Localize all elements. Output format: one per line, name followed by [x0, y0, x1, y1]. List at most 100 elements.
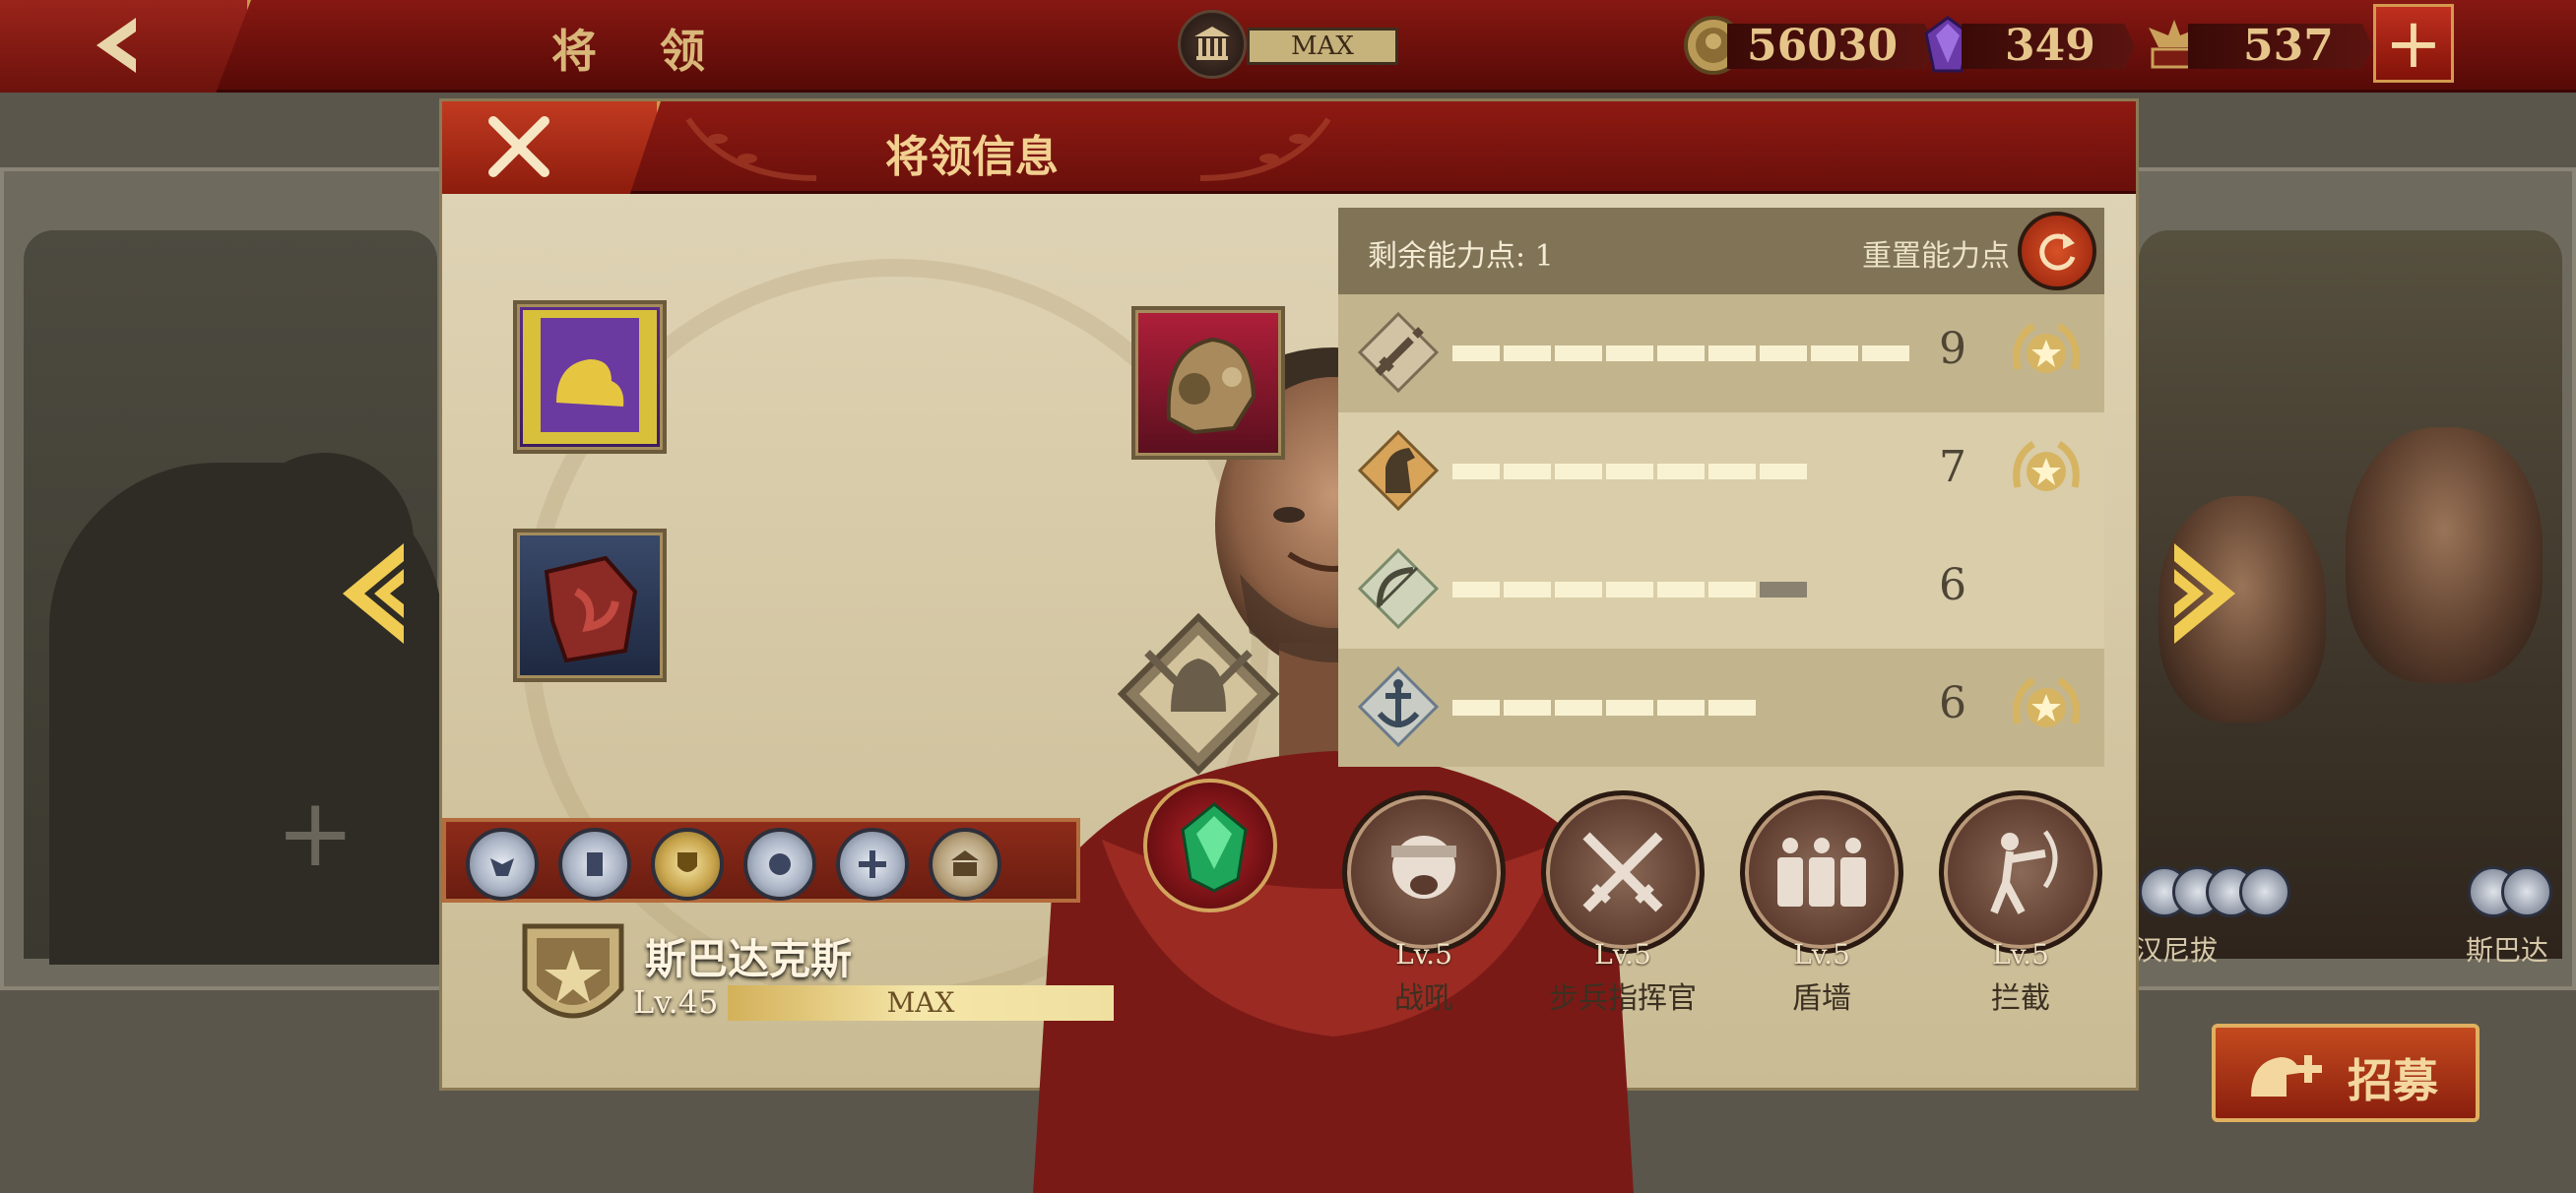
top-bar: 将 领 MAX 56030 349 537 + [0, 0, 2576, 93]
back-arrow-icon [97, 18, 136, 73]
castle-level-bar: MAX [1247, 28, 1398, 65]
stat-pip [1452, 345, 1500, 361]
skill-level: Lv.5 [1594, 938, 1651, 971]
cross-medal-icon [859, 850, 886, 878]
stat-value: 6 [1939, 560, 1966, 610]
stat-value: 6 [1939, 678, 1966, 728]
close-button[interactable] [442, 101, 661, 194]
dialog-header: 将领信息 [442, 101, 2136, 194]
reset-points-label: 重置能力点 [1862, 239, 2010, 274]
castle-level-icon[interactable] [1178, 10, 1247, 79]
xp-label: MAX [886, 986, 955, 1019]
laurel-medal-icon [2013, 323, 2080, 373]
gem-slot[interactable] [1143, 779, 1277, 912]
medal-3[interactable] [651, 828, 724, 901]
talent-icon[interactable] [1118, 613, 1279, 775]
gem-value: 349 [1962, 24, 2135, 69]
stat-row-cavalry[interactable]: 7 [1338, 412, 2104, 531]
stat-row-navy[interactable]: 6 [1338, 649, 2104, 767]
spqr-value: 537 [2188, 24, 2373, 69]
right-hero-name-2: 斯巴达 [2466, 934, 2549, 967]
stat-pip [1657, 582, 1705, 597]
stat-pip [1760, 464, 1807, 479]
skill-name: 拦截 [1991, 981, 2050, 1016]
stat-pip [1606, 345, 1653, 361]
coin-value: 56030 [1727, 24, 1938, 69]
close-icon [488, 116, 549, 177]
add-hero-plus-icon[interactable]: + [276, 778, 354, 888]
medal-strip [442, 818, 1080, 903]
reset-points-button[interactable] [2018, 212, 2096, 290]
spartacus-banner-icon [523, 310, 657, 444]
right-hero-badges [2139, 866, 2290, 921]
stat-pip [1555, 700, 1602, 716]
add-resource-button[interactable]: + [2373, 4, 2454, 83]
page-title: 将 领 [551, 25, 730, 78]
dialog-title: 将领信息 [885, 132, 1059, 182]
helmet-slot[interactable] [1131, 306, 1285, 460]
stat-pip [1452, 700, 1500, 716]
recruit-button[interactable]: 招募 [2212, 1024, 2479, 1122]
rank-shield-icon [522, 923, 624, 1019]
stat-pip [1606, 582, 1653, 597]
bow-icon [1357, 547, 1440, 630]
stat-pip [1862, 345, 1909, 361]
stat-pip [1504, 582, 1551, 597]
skill-level: Lv.5 [1793, 938, 1850, 971]
remaining-points-label: 剩余能力点: 1 [1368, 239, 1554, 274]
recruit-label: 招募 [2348, 1054, 2438, 1107]
medal-5[interactable] [836, 828, 909, 901]
stat-pip [1657, 464, 1705, 479]
stat-row-archery[interactable]: 6 [1338, 531, 2104, 649]
emerald-gem-icon [1181, 802, 1248, 893]
recruit-helmet-plus-icon [2251, 1055, 2322, 1097]
skill-disc [1740, 790, 1903, 954]
skill-level: Lv.5 [1992, 938, 2049, 971]
stat-pip [1708, 464, 1756, 479]
prev-hero-arrow-icon[interactable] [335, 539, 412, 648]
anchor-icon [1357, 665, 1440, 748]
stat-value: 7 [1939, 442, 1966, 492]
spartacus-portrait [2346, 427, 2543, 683]
horse-icon [1357, 429, 1440, 512]
stat-pip [1708, 345, 1756, 361]
skill-name: 盾墙 [1792, 981, 1851, 1016]
eagle-medal-icon [490, 858, 514, 876]
stat-pip [1452, 582, 1500, 597]
armor-slot[interactable] [513, 529, 667, 682]
war-cry-icon [1391, 836, 1456, 899]
wings-medal-icon [587, 852, 603, 876]
stat-pip [1452, 464, 1500, 479]
stat-row-attack[interactable]: 9 [1338, 294, 2104, 412]
laurel-left-icon [685, 117, 817, 181]
helmet-medal-icon [769, 853, 791, 875]
medal-6[interactable] [929, 828, 1001, 901]
skill-disc [1342, 790, 1506, 954]
stat-pip [1606, 700, 1653, 716]
stat-pip [1555, 345, 1602, 361]
banner-slot[interactable] [513, 300, 667, 454]
stat-pip [1760, 345, 1807, 361]
skill-disc [1541, 790, 1705, 954]
stat-value: 9 [1939, 324, 1966, 374]
laurel-right-icon [1199, 117, 1331, 181]
medal-4[interactable] [743, 828, 816, 901]
shield-medal-icon [677, 852, 697, 872]
hero-name: 斯巴达克斯 [645, 935, 853, 983]
medal-2[interactable] [558, 828, 631, 901]
laurel-medal-icon [2013, 441, 2080, 491]
medal-1[interactable] [466, 828, 539, 901]
stat-pip [1606, 464, 1653, 479]
xp-bar: MAX [728, 985, 1114, 1021]
stat-pip [1555, 582, 1602, 597]
laurel-medal-icon [2013, 677, 2080, 727]
bronze-helmet-icon [1166, 337, 1256, 435]
stat-pip [1504, 345, 1551, 361]
back-button[interactable] [0, 0, 251, 93]
skill-name: 步兵指挥官 [1549, 981, 1697, 1016]
skill-level: Lv.5 [1395, 938, 1452, 971]
stat-pip [1657, 345, 1705, 361]
stat-pip [1504, 464, 1551, 479]
next-hero-arrow-icon[interactable] [2166, 539, 2243, 648]
temple-medal-icon [951, 850, 979, 876]
